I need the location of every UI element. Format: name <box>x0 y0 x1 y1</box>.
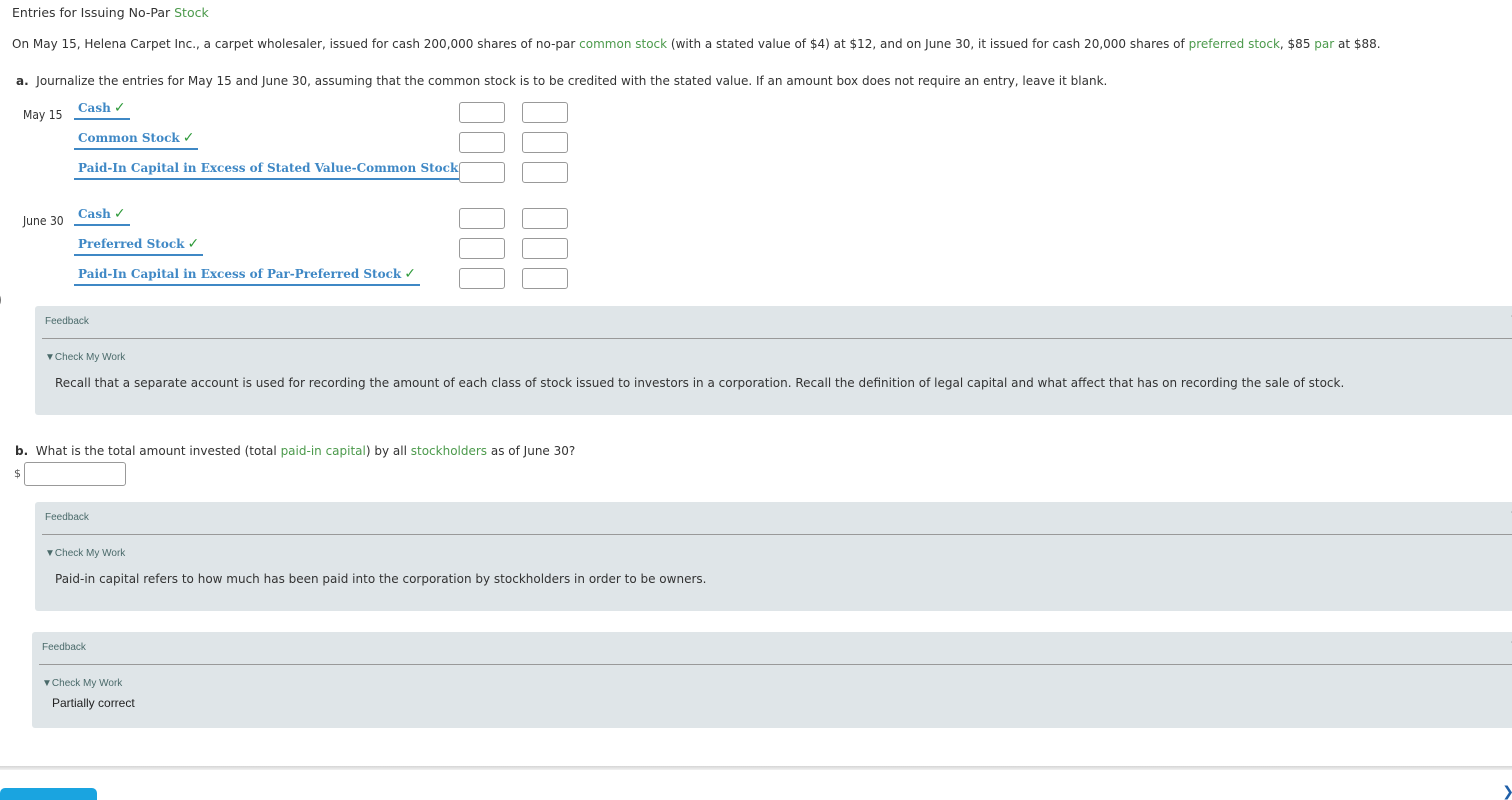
overall-feedback-panel: Feedback ▼ ▼Check My Work Partially corr… <box>32 632 1512 728</box>
triangle-down-icon: ▼ <box>45 548 55 559</box>
glossary-link-common-stock[interactable]: common stock <box>579 37 667 51</box>
title-text: Entries for Issuing No-Par <box>12 5 175 20</box>
glossary-link-preferred-stock[interactable]: preferred stock <box>1189 37 1280 51</box>
part-a-question: a. Journalize the entries for May 15 and… <box>16 74 1107 88</box>
currency-symbol: $ <box>14 467 21 480</box>
account-select[interactable]: Paid-In Capital in Excess of Stated Valu… <box>74 160 478 180</box>
triangle-down-icon: ▼ <box>45 352 55 363</box>
feedback-heading: Feedback <box>42 642 86 653</box>
glossary-link-paid-in-capital[interactable]: paid-in capital <box>281 444 366 458</box>
entry-date: May 15 <box>23 108 63 122</box>
toggle-label: Check My Work <box>51 678 123 689</box>
feedback-panel-b: Feedback ▼ ▼Check My Work Paid-in capita… <box>35 502 1512 611</box>
feedback-panel-a: Feedback ▼ ▼Check My Work Recall that a … <box>35 306 1512 415</box>
account-select[interactable]: Preferred Stock ✓ <box>74 236 204 256</box>
intro-text: On May 15, Helena Carpet Inc., a carpet … <box>12 37 580 51</box>
debit-amount-input[interactable] <box>459 268 505 289</box>
checkmark-icon: ✓ <box>182 130 195 146</box>
triangle-down-icon: ▼ <box>42 678 52 689</box>
bottom-action-button[interactable] <box>0 788 97 800</box>
debit-amount-input[interactable] <box>459 132 505 153</box>
toggle-label: Check My Work <box>54 548 126 559</box>
partial-circle-icon: ) <box>0 288 3 313</box>
checkmark-icon: ✓ <box>113 100 126 116</box>
check-my-work-toggle[interactable]: ▼Check My Work <box>45 352 125 363</box>
credit-amount-input[interactable] <box>522 102 568 123</box>
feedback-divider <box>42 338 1512 339</box>
account-name: Paid-In Capital in Excess of Par-Preferr… <box>78 267 402 281</box>
next-arrow-icon[interactable]: ❯ <box>1502 784 1512 800</box>
account-name: Common Stock <box>78 131 180 145</box>
part-b-text: as of June 30? <box>487 444 576 458</box>
glossary-link-par[interactable]: par <box>1314 37 1334 51</box>
check-my-work-toggle[interactable]: ▼Check My Work <box>42 678 122 689</box>
account-name: Cash <box>78 207 111 221</box>
check-my-work-toggle[interactable]: ▼Check My Work <box>45 548 125 559</box>
feedback-heading: Feedback <box>45 316 89 327</box>
checkmark-icon: ✓ <box>187 236 200 252</box>
debit-amount-input[interactable] <box>459 238 505 259</box>
debit-amount-input[interactable] <box>459 102 505 123</box>
checkmark-icon: ✓ <box>404 266 416 282</box>
feedback-divider <box>42 534 1512 535</box>
account-select[interactable]: Common Stock ✓ <box>74 130 199 150</box>
part-b-text: ) by all <box>365 444 411 458</box>
checkmark-icon: ✓ <box>113 206 126 222</box>
problem-title: Entries for Issuing No-Par Stock <box>12 5 209 20</box>
problem-intro: On May 15, Helena Carpet Inc., a carpet … <box>12 37 1381 51</box>
glossary-link-stockholders[interactable]: stockholders <box>411 444 487 458</box>
debit-amount-input[interactable] <box>459 162 505 183</box>
total-paid-in-capital-input[interactable] <box>24 462 126 486</box>
intro-text: , $85 <box>1279 37 1315 51</box>
part-b-label: b. <box>15 444 29 458</box>
debit-amount-input[interactable] <box>459 208 505 229</box>
credit-amount-input[interactable] <box>522 132 568 153</box>
intro-text: (with a stated value of $4) at $12, and … <box>667 37 1189 51</box>
part-b-text: What is the total amount invested (total <box>35 444 281 458</box>
credit-amount-input[interactable] <box>522 238 568 259</box>
part-a-text: Journalize the entries for May 15 and Ju… <box>36 74 1108 88</box>
credit-amount-input[interactable] <box>522 208 568 229</box>
feedback-body: Recall that a separate account is used f… <box>55 376 1345 390</box>
part-a-label: a. <box>16 74 29 88</box>
feedback-body: Paid-in capital refers to how much has b… <box>55 572 707 586</box>
account-name: Preferred Stock <box>78 237 185 251</box>
toggle-label: Check My Work <box>54 352 126 363</box>
credit-amount-input[interactable] <box>522 162 568 183</box>
feedback-heading: Feedback <box>45 512 89 523</box>
part-b-question: b. What is the total amount invested (to… <box>15 444 575 458</box>
feedback-status: Partially correct <box>52 696 135 710</box>
account-select[interactable]: Cash ✓ <box>74 206 130 226</box>
credit-amount-input[interactable] <box>522 268 568 289</box>
bottom-toolbar-divider <box>0 766 1512 770</box>
account-select[interactable]: Paid-In Capital in Excess of Par-Preferr… <box>74 266 420 286</box>
glossary-link-stock[interactable]: Stock <box>174 5 209 20</box>
intro-text: at $88. <box>1334 37 1381 51</box>
account-select[interactable]: Cash ✓ <box>74 100 130 120</box>
feedback-divider <box>39 664 1512 665</box>
account-name: Cash <box>78 101 111 115</box>
entry-date: June 30 <box>23 214 64 228</box>
account-name: Paid-In Capital in Excess of Stated Valu… <box>78 161 459 175</box>
